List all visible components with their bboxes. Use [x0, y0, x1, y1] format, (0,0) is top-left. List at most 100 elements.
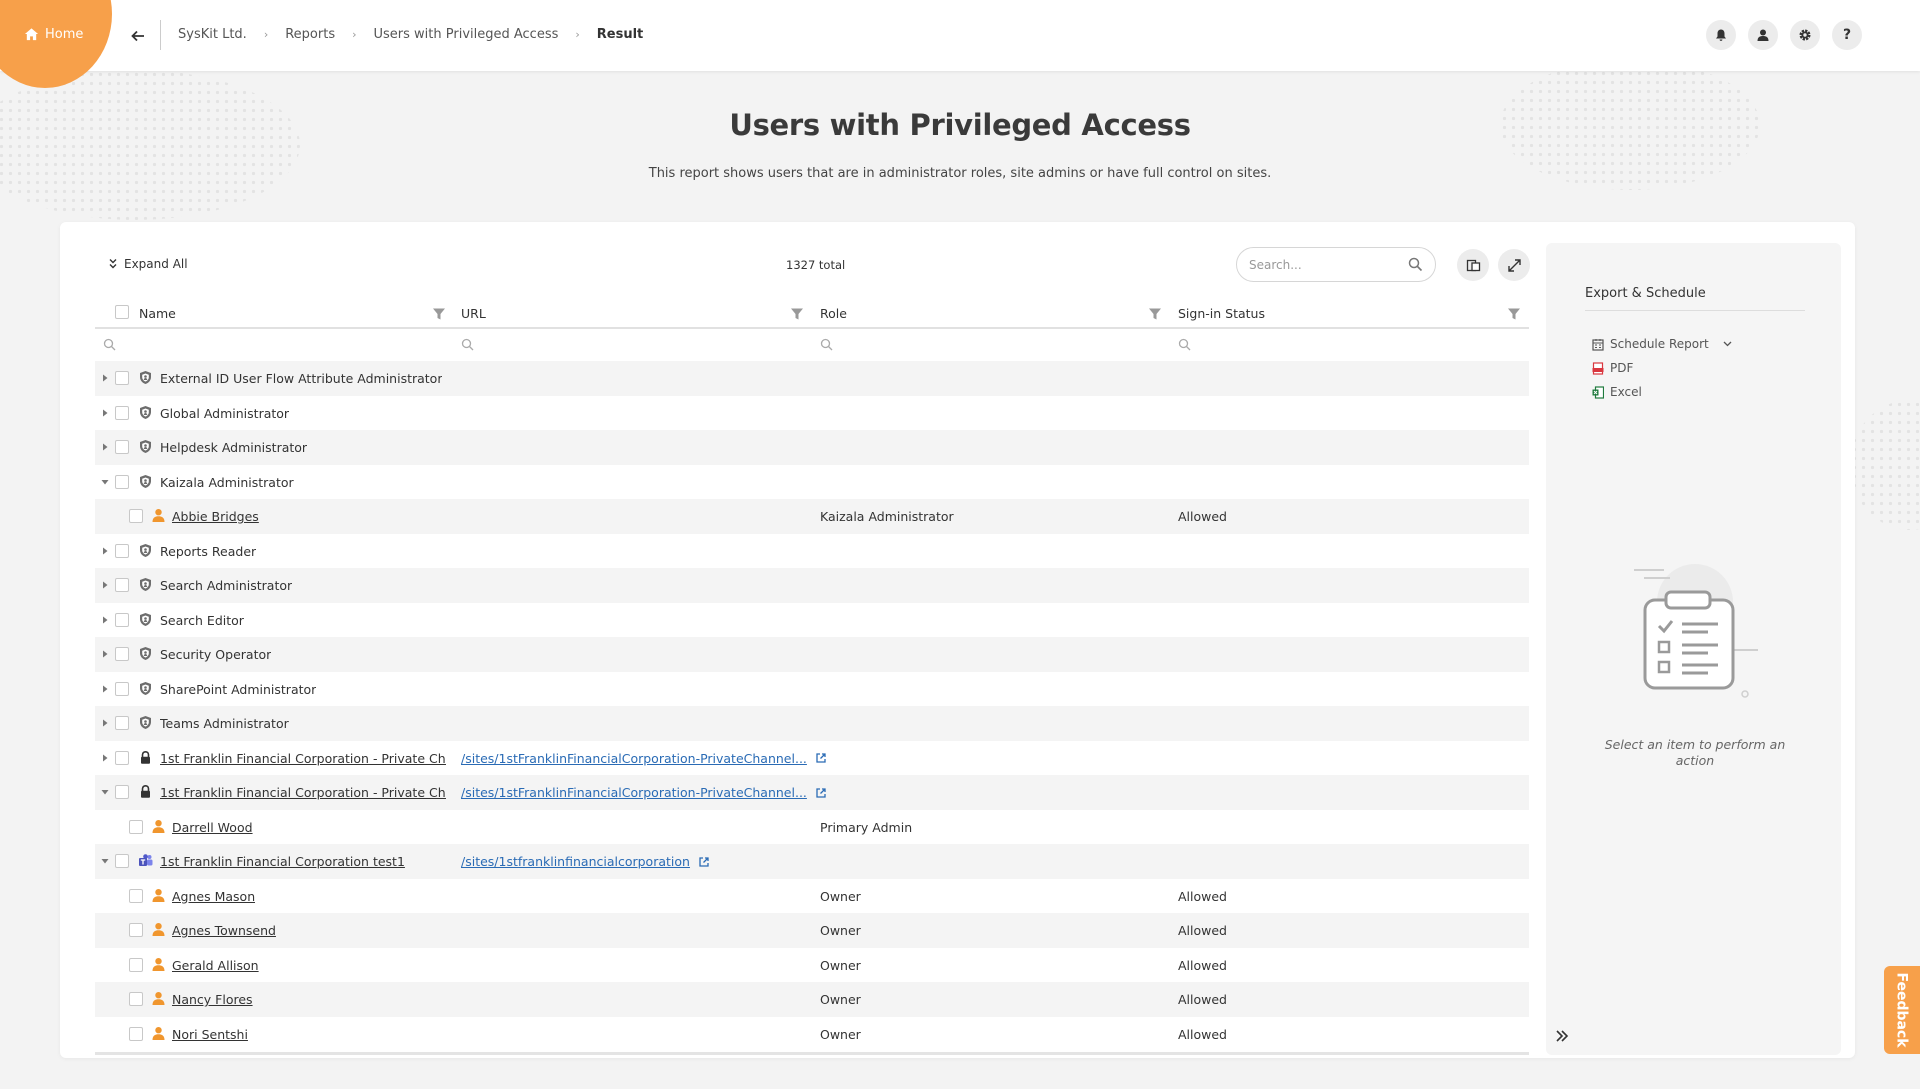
- search-icon[interactable]: [461, 338, 474, 351]
- user-row[interactable]: Abbie Bridges Kaizala Administrator Allowe…: [95, 499, 1529, 534]
- caret-right-icon[interactable]: [100, 546, 110, 556]
- search-icon[interactable]: [103, 338, 116, 351]
- row-checkbox[interactable]: [129, 888, 143, 903]
- row-name[interactable]: Gerald Allison: [172, 958, 259, 973]
- filter-icon[interactable]: [432, 307, 446, 321]
- row-checkbox[interactable]: [115, 405, 129, 420]
- row-name[interactable]: Nancy Flores: [172, 992, 253, 1007]
- caret-down-icon[interactable]: [100, 787, 110, 797]
- export-pdf-button[interactable]: PDF: [1592, 361, 1633, 375]
- row-url-link[interactable]: /sites/1stFranklinFinancialCorporation-P…: [461, 751, 827, 766]
- profile-button[interactable]: [1748, 20, 1778, 50]
- row-checkbox[interactable]: [115, 750, 129, 765]
- breadcrumb-item[interactable]: Users with Privileged Access: [374, 27, 559, 42]
- row-checkbox[interactable]: [115, 681, 129, 696]
- column-header-role[interactable]: Role: [820, 306, 847, 321]
- fullscreen-button[interactable]: [1498, 249, 1530, 281]
- row-checkbox[interactable]: [115, 440, 129, 454]
- caret-down-icon[interactable]: [100, 477, 110, 487]
- row-checkbox[interactable]: [115, 474, 129, 489]
- row-checkbox[interactable]: [115, 543, 129, 558]
- breadcrumb-item[interactable]: SysKit Ltd.: [178, 27, 247, 42]
- row-checkbox[interactable]: [115, 578, 129, 592]
- row-checkbox[interactable]: [115, 854, 129, 868]
- role-group-row[interactable]: SharePoint Administrator: [95, 672, 1529, 707]
- filter-icon[interactable]: [790, 307, 804, 321]
- site-row[interactable]: 1st Franklin Financial Corporation - Pri…: [95, 775, 1529, 810]
- caret-right-icon[interactable]: [100, 615, 110, 625]
- user-row[interactable]: Agnes Townsend Owner Allowed: [95, 913, 1529, 948]
- caret-right-icon[interactable]: [100, 718, 110, 728]
- row-url[interactable]: /sites/1stFranklinFinancialCorporation-P…: [461, 785, 807, 800]
- column-picker-button[interactable]: [1457, 249, 1489, 281]
- export-excel-button[interactable]: Excel: [1592, 385, 1642, 399]
- row-name[interactable]: Nori Sentshi: [172, 1027, 248, 1042]
- expand-all-button[interactable]: Expand All: [108, 257, 188, 271]
- caret-down-icon[interactable]: [100, 856, 110, 866]
- row-name[interactable]: 1st Franklin Financial Corporation test1: [160, 854, 405, 869]
- row-checkbox[interactable]: [129, 992, 143, 1006]
- row-url-link[interactable]: /sites/1stFranklinFinancialCorporation-P…: [461, 785, 827, 800]
- help-button[interactable]: ?: [1832, 20, 1862, 50]
- horizontal-scrollbar[interactable]: [95, 1052, 1529, 1055]
- row-checkbox[interactable]: [129, 923, 143, 937]
- user-row[interactable]: Nancy Flores Owner Allowed: [95, 982, 1529, 1017]
- role-group-row[interactable]: Search Administrator: [95, 568, 1529, 603]
- caret-right-icon[interactable]: [100, 753, 110, 763]
- row-url[interactable]: /sites/1stFranklinFinancialCorporation-P…: [461, 751, 807, 766]
- row-name[interactable]: Abbie Bridges: [172, 509, 259, 524]
- settings-button[interactable]: [1790, 20, 1820, 50]
- row-checkbox[interactable]: [129, 509, 143, 523]
- breadcrumb-item[interactable]: Reports: [285, 27, 335, 42]
- back-button[interactable]: [128, 26, 148, 46]
- column-header-name[interactable]: Name: [139, 306, 176, 321]
- caret-right-icon[interactable]: [100, 580, 110, 590]
- column-header-url[interactable]: URL: [461, 306, 486, 321]
- row-checkbox[interactable]: [115, 647, 129, 661]
- row-name[interactable]: 1st Franklin Financial Corporation - Pri…: [160, 785, 446, 800]
- double-chevron-right-icon[interactable]: [1554, 1028, 1570, 1044]
- role-group-row[interactable]: External ID User Flow Attribute Administ…: [95, 361, 1529, 396]
- external-link-icon[interactable]: [815, 787, 827, 799]
- row-name[interactable]: Agnes Mason: [172, 889, 255, 904]
- role-group-row[interactable]: Helpdesk Administrator: [95, 430, 1529, 465]
- user-row[interactable]: Darrell Wood Primary Admin: [95, 810, 1529, 845]
- user-row[interactable]: Agnes Mason Owner Allowed: [95, 879, 1529, 914]
- row-name[interactable]: 1st Franklin Financial Corporation - Pri…: [160, 751, 446, 766]
- role-group-row[interactable]: Global Administrator: [95, 396, 1529, 431]
- caret-right-icon[interactable]: [100, 408, 110, 418]
- user-row[interactable]: Gerald Allison Owner Allowed: [95, 948, 1529, 983]
- role-group-row[interactable]: Security Operator: [95, 637, 1529, 672]
- row-checkbox[interactable]: [129, 1026, 143, 1041]
- row-name[interactable]: Agnes Townsend: [172, 923, 276, 938]
- search-icon[interactable]: [820, 338, 833, 351]
- filter-icon[interactable]: [1507, 307, 1521, 321]
- row-checkbox[interactable]: [129, 819, 143, 834]
- row-name[interactable]: Darrell Wood: [172, 820, 253, 835]
- row-url[interactable]: /sites/1stfranklinfinancialcorporation: [461, 854, 690, 869]
- caret-right-icon[interactable]: [100, 684, 110, 694]
- search-icon[interactable]: [1408, 257, 1423, 272]
- caret-right-icon[interactable]: [100, 373, 110, 383]
- search-icon[interactable]: [1178, 338, 1191, 351]
- select-all-checkbox[interactable]: [115, 305, 129, 319]
- row-checkbox[interactable]: [115, 612, 129, 627]
- site-row[interactable]: 1st Franklin Financial Corporation - Pri…: [95, 741, 1529, 776]
- role-group-row[interactable]: Kaizala Administrator: [95, 465, 1529, 500]
- row-checkbox[interactable]: [129, 957, 143, 972]
- search-input[interactable]: [1249, 257, 1399, 272]
- filter-icon[interactable]: [1148, 307, 1162, 321]
- feedback-button[interactable]: Feedback: [1884, 966, 1920, 1054]
- home-button[interactable]: Home: [24, 27, 83, 42]
- column-header-signin-status[interactable]: Sign-in Status: [1178, 306, 1265, 321]
- role-group-row[interactable]: Teams Administrator: [95, 706, 1529, 741]
- row-checkbox[interactable]: [115, 371, 129, 385]
- external-link-icon[interactable]: [698, 856, 710, 868]
- notifications-button[interactable]: [1706, 20, 1736, 50]
- user-row[interactable]: Nori Sentshi Owner Allowed: [95, 1017, 1529, 1052]
- caret-right-icon[interactable]: [100, 649, 110, 659]
- site-row[interactable]: 1st Franklin Financial Corporation test1…: [95, 844, 1529, 879]
- schedule-report-button[interactable]: Schedule Report: [1592, 337, 1732, 351]
- row-url-link[interactable]: /sites/1stfranklinfinancialcorporation: [461, 854, 710, 869]
- external-link-icon[interactable]: [815, 752, 827, 764]
